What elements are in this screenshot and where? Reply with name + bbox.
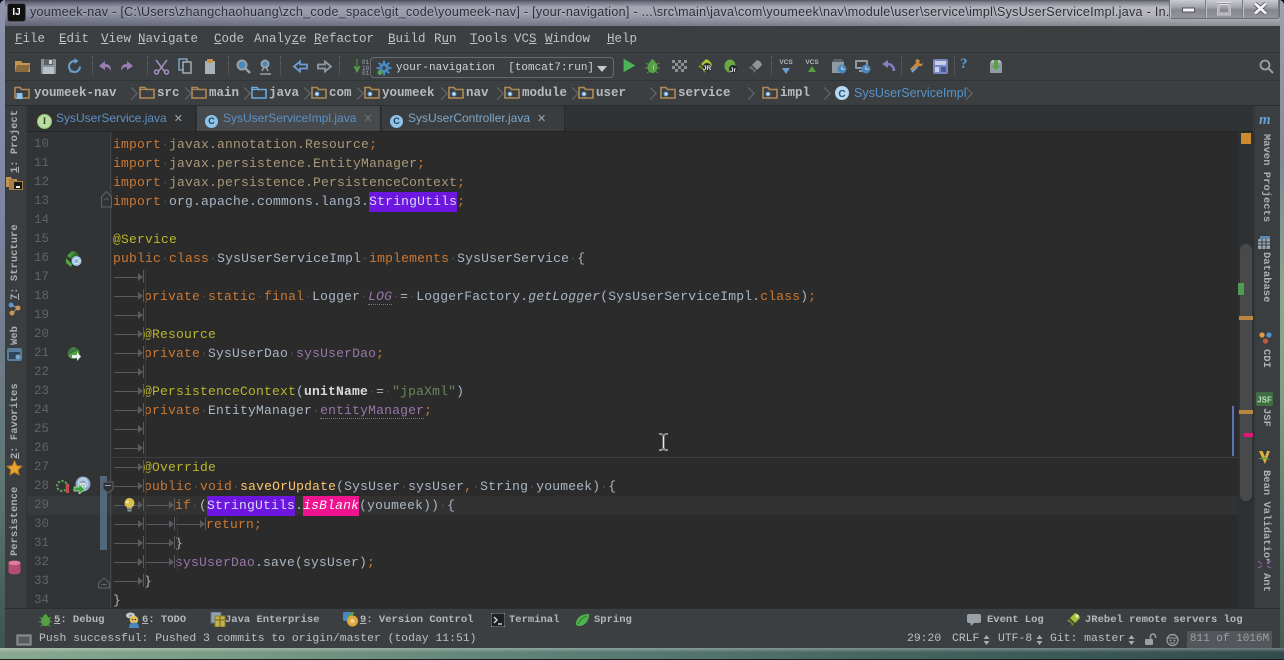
svg-text:JSF: JSF [1257, 396, 1272, 405]
svg-text:VCS: VCS [779, 59, 793, 66]
svg-text:C: C [838, 89, 845, 100]
svg-text:01: 01 [362, 70, 370, 75]
svg-text:JR: JR [703, 65, 712, 72]
svg-text:Jr: Jr [730, 67, 737, 74]
svg-text:VCS: VCS [805, 59, 819, 66]
